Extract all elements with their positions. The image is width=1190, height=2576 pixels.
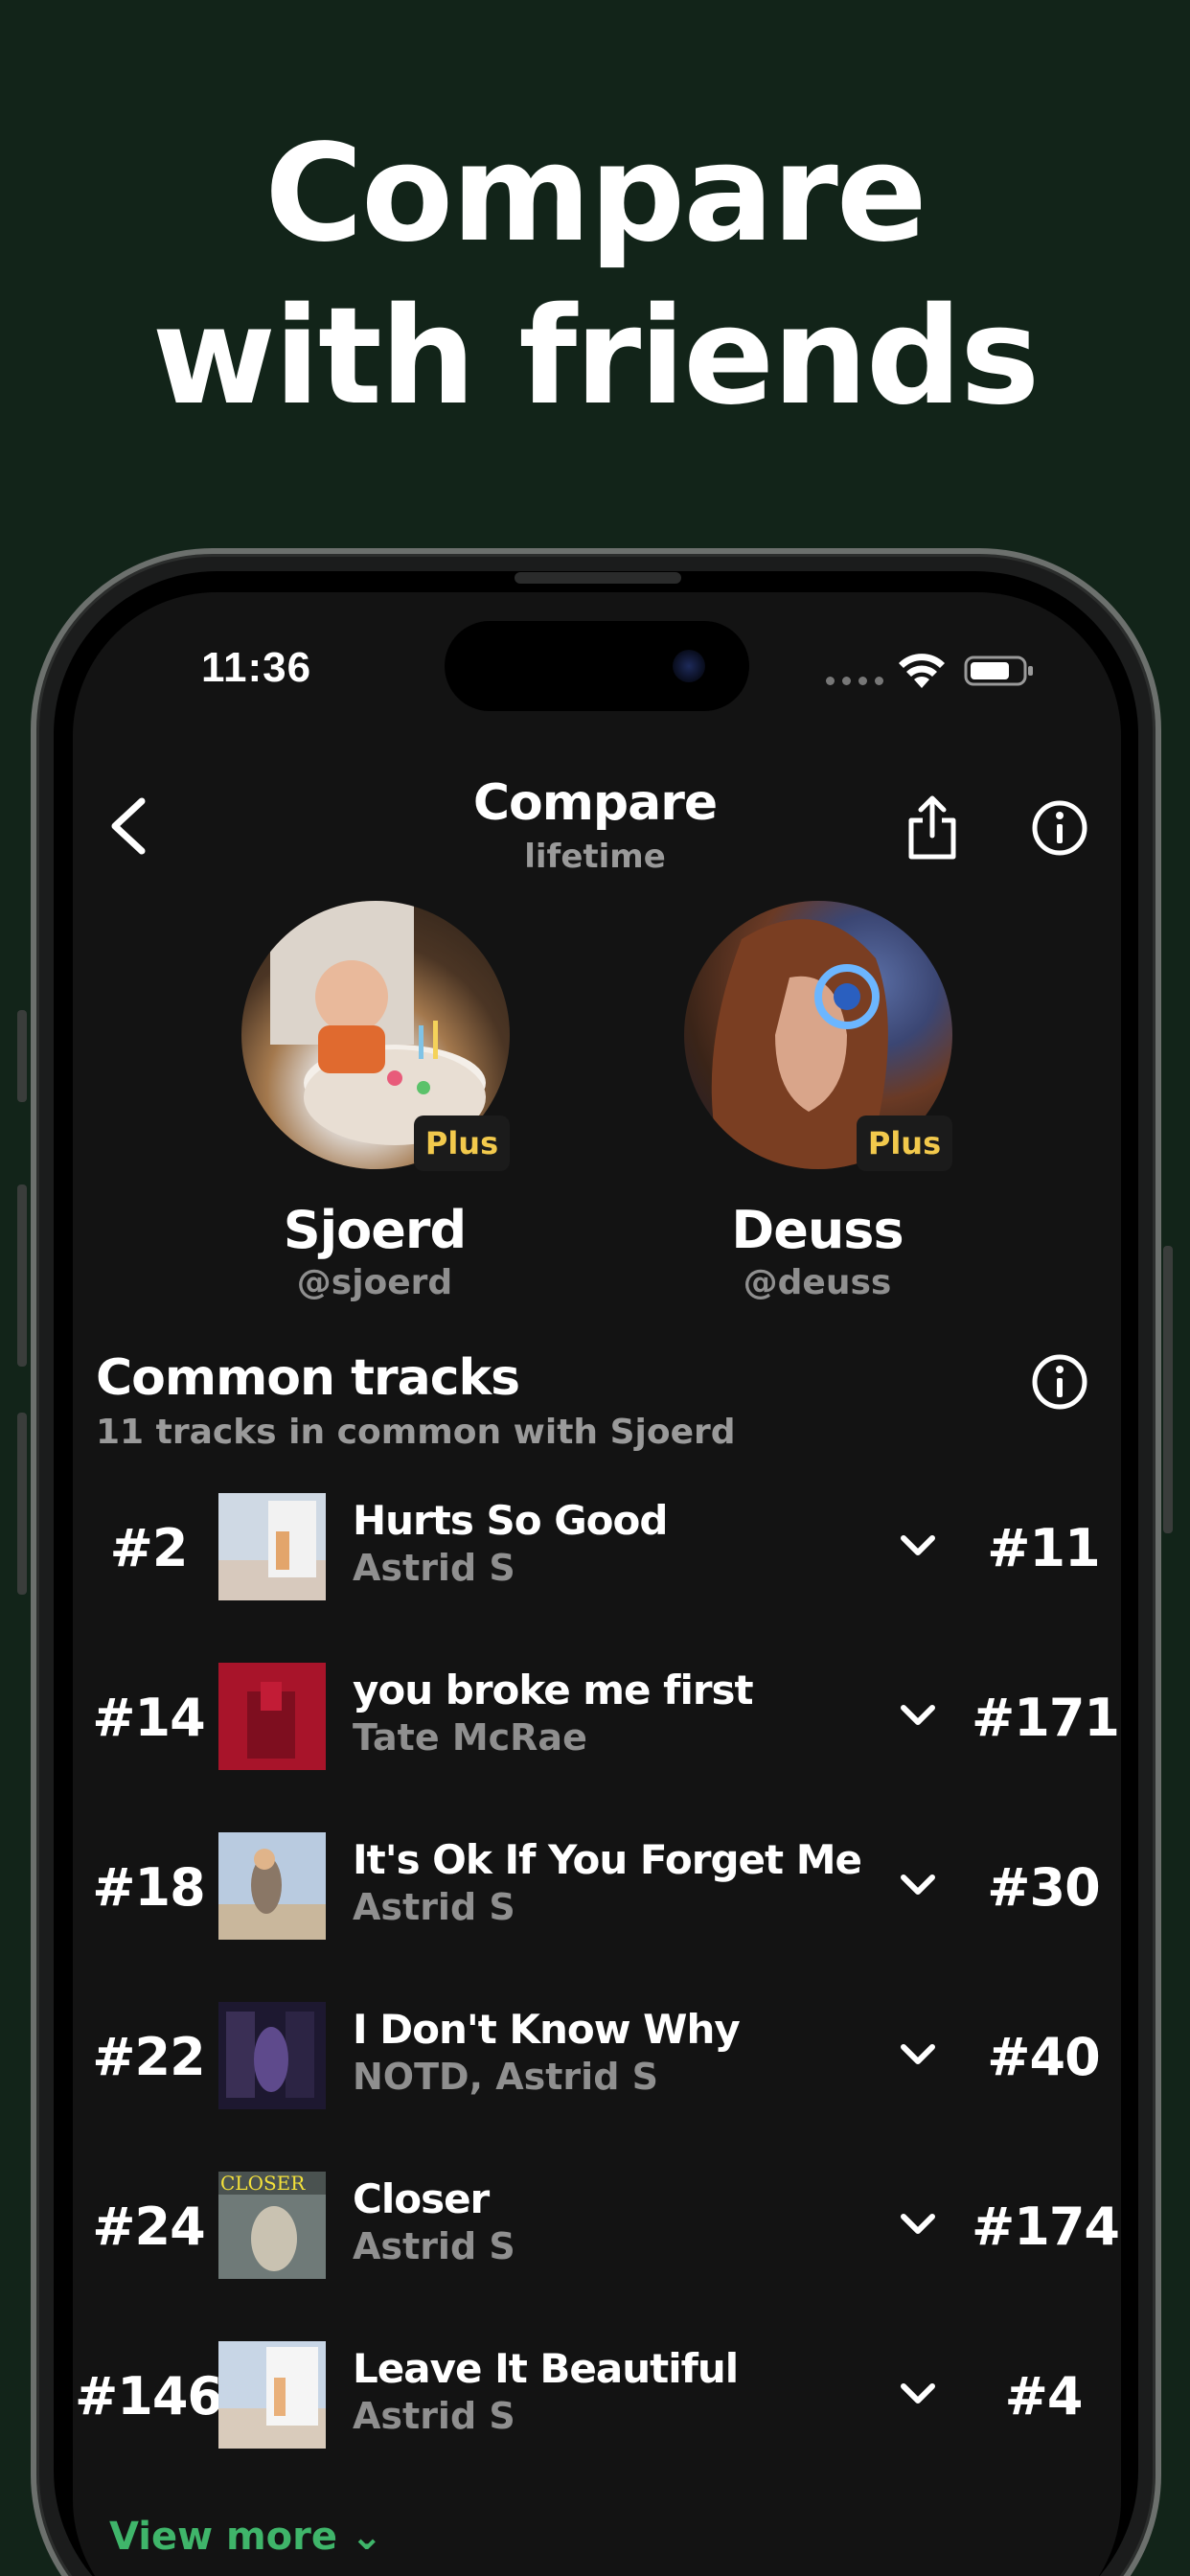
user-handle-2: @deuss <box>743 1263 892 1302</box>
track-artist: NOTD, Astrid S <box>353 2056 658 2098</box>
plus-badge-user-1: Plus <box>414 1116 510 1171</box>
page-title: Compare <box>472 774 718 832</box>
phone-speaker-grille <box>515 572 681 584</box>
track-title: Leave It Beautiful <box>353 2345 739 2392</box>
track-artist: Astrid S <box>353 2225 515 2267</box>
track-rank-user-1: #18 <box>92 1857 205 1918</box>
track-artist: Tate McRae <box>353 1716 587 1759</box>
info-icon[interactable] <box>1031 799 1088 857</box>
section-subtitle: 11 tracks in common with Sjoerd <box>96 1413 736 1452</box>
status-time: 11:36 <box>201 644 312 691</box>
track-rank-user-1: #14 <box>92 1688 205 1748</box>
track-rank-user-1: #22 <box>92 2027 205 2087</box>
section-info-icon[interactable] <box>1031 1353 1088 1411</box>
track-rank-user-2: #174 <box>972 2196 1120 2257</box>
share-icon[interactable] <box>905 794 959 861</box>
period-subtitle[interactable]: lifetime <box>403 838 787 876</box>
track-rank-user-2: #4 <box>1004 2366 1084 2426</box>
chevron-down-icon[interactable] <box>899 2208 937 2241</box>
wifi-icon <box>899 654 945 688</box>
cellular-signal-icon <box>826 677 883 685</box>
headline-line-1: Compare <box>264 116 927 272</box>
front-camera <box>673 650 705 682</box>
album-cover-image <box>218 1832 326 1940</box>
cover-text: CLOSER <box>220 2172 306 2195</box>
chevron-down-icon[interactable] <box>899 1869 937 1901</box>
track-rank-user-2: #11 <box>987 1518 1100 1578</box>
album-cover-image: CLOSER <box>218 2172 326 2279</box>
chevron-down-icon[interactable] <box>899 1530 937 1562</box>
battery-icon <box>964 656 1033 686</box>
marketing-headline: Compare with friends <box>0 113 1190 439</box>
headline-line-2: with friends <box>151 279 1041 435</box>
chevron-down-icon[interactable] <box>899 2378 937 2410</box>
track-artist: Astrid S <box>353 1547 515 1589</box>
phone-power-button <box>1163 1246 1173 1533</box>
track-title: Closer <box>353 2175 490 2222</box>
view-more-button[interactable]: View more ⌄ <box>109 2515 382 2559</box>
track-row[interactable]: #14 you broke me first Tate McRae #171 <box>73 1640 1121 1793</box>
user-handle-1: @sjoerd <box>296 1263 453 1302</box>
phone-volume-down-button <box>17 1413 27 1595</box>
chevron-down-icon[interactable] <box>899 1699 937 1732</box>
track-rank-user-2: #40 <box>987 2027 1100 2087</box>
album-cover-image <box>218 2002 326 2109</box>
track-title: I Don't Know Why <box>353 2006 741 2053</box>
track-artist: Astrid S <box>353 2395 515 2437</box>
plus-badge-user-2: Plus <box>857 1116 952 1171</box>
track-title: It's Ok If You Forget Me <box>353 1836 862 1883</box>
phone-silent-switch <box>17 1010 27 1102</box>
album-cover-image <box>218 2341 326 2449</box>
track-row[interactable]: #146 Leave It Beautiful Astrid S #4 <box>73 2318 1121 2472</box>
track-rank-user-1: #2 <box>109 1518 189 1578</box>
track-artist: Astrid S <box>353 1886 515 1928</box>
chevron-down-icon[interactable] <box>899 2038 937 2071</box>
album-cover-image <box>218 1663 326 1770</box>
track-row[interactable]: #2 Hurts So Good Astrid S #11 <box>73 1470 1121 1623</box>
track-title: Hurts So Good <box>353 1497 668 1544</box>
track-row[interactable]: #22 I Don't Know Why NOTD, Astrid S #40 <box>73 1979 1121 2132</box>
track-rank-user-2: #30 <box>987 1857 1100 1918</box>
chevron-down-icon: ⌄ <box>350 2515 383 2559</box>
track-title: you broke me first <box>353 1667 754 1714</box>
track-rank-user-1: #146 <box>75 2366 223 2426</box>
track-rank-user-1: #24 <box>92 2196 205 2257</box>
back-chevron-icon[interactable] <box>103 795 151 857</box>
view-more-label: View more <box>109 2515 337 2559</box>
track-rank-user-2: #171 <box>972 1688 1120 1748</box>
phone-volume-up-button <box>17 1184 27 1367</box>
user-name-1[interactable]: Sjoerd <box>202 1200 547 1260</box>
track-row[interactable]: #18 It's Ok If You Forget Me Astrid S #3… <box>73 1809 1121 1963</box>
album-cover-image <box>218 1493 326 1600</box>
section-title: Common tracks <box>96 1349 520 1407</box>
dynamic-island <box>445 621 749 711</box>
track-row[interactable]: #24 CLOSER Closer Astrid S #174 <box>73 2149 1121 2302</box>
user-name-2[interactable]: Deuss <box>645 1200 990 1260</box>
